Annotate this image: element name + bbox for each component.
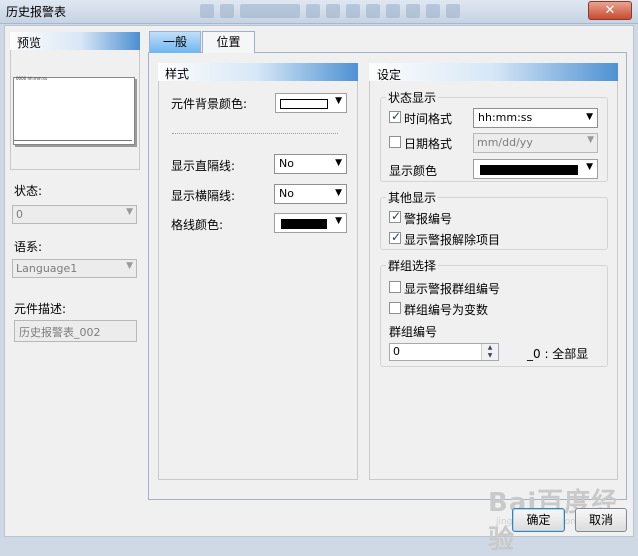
chevron-down-icon: ▼: [586, 162, 593, 172]
chevron-down-icon: ▼: [335, 158, 342, 168]
chevron-down-icon[interactable]: ▼: [482, 352, 498, 360]
background-toolbar: [200, 3, 580, 21]
toolbar-icon: [386, 3, 400, 18]
chevron-down-icon: ▼: [126, 207, 133, 217]
description-label: 元件描述:: [14, 302, 67, 316]
alarm-number-checkbox[interactable]: ✓: [389, 209, 402, 223]
check-icon: ✓: [391, 109, 402, 123]
display-color-swatch: [480, 165, 578, 175]
bg-color-swatch: [280, 99, 328, 109]
toolbar-icon: [200, 3, 214, 18]
toolbar-icon: [446, 3, 460, 18]
chevron-down-icon: ▼: [587, 135, 594, 145]
alarm-clear-checkbox[interactable]: ✓: [389, 230, 402, 244]
other-group-title: 其他显示: [386, 189, 439, 206]
toolbar-icon: [240, 3, 300, 18]
chevron-down-icon: ▼: [126, 261, 133, 271]
date-format-value: mm/dd/yy: [477, 136, 533, 149]
chevron-down-icon: ▼: [335, 96, 342, 106]
time-format-value: hh:mm:ss: [478, 111, 533, 124]
time-format-select[interactable]: hh:mm:ss ▼: [473, 108, 598, 128]
toolbar-icon: [346, 3, 360, 18]
tab-general[interactable]: 一般: [149, 31, 201, 53]
cancel-button[interactable]: 取消: [575, 508, 627, 532]
alarm-number-label: 警报编号: [404, 212, 453, 226]
chevron-down-icon: ▼: [586, 112, 593, 122]
time-format-label: 时间格式: [404, 112, 453, 126]
toolbar-icon: [426, 3, 440, 18]
preview-divider: [14, 140, 132, 141]
group-hint: _0 : 全部显: [527, 347, 589, 361]
bg-color-label: 元件背景颜色:: [171, 97, 248, 111]
group-select-title: 群组选择: [386, 257, 439, 274]
alarm-clear-label: 显示警报解除项目: [404, 233, 501, 247]
date-format-select[interactable]: mm/dd/yy ▼: [473, 133, 598, 153]
close-icon: ✕: [604, 3, 616, 18]
bg-color-picker[interactable]: ▼: [275, 93, 347, 113]
hgrid-value: No: [279, 187, 294, 200]
separator: [172, 133, 338, 134]
stepper-buttons[interactable]: ▲ ▼: [481, 344, 498, 360]
chevron-up-icon[interactable]: ▲: [482, 344, 498, 352]
display-color-label: 显示颜色: [389, 164, 438, 178]
grid-color-picker[interactable]: ▼: [274, 213, 347, 233]
vgrid-value: No: [279, 157, 294, 170]
settings-pane-title: 设定: [377, 68, 402, 82]
state-label: 状态:: [14, 184, 43, 198]
display-color-picker[interactable]: ▼: [473, 159, 598, 179]
settings-pane-header: [369, 63, 618, 81]
time-format-checkbox[interactable]: ✓: [389, 109, 402, 123]
hgrid-label: 显示横隔线:: [171, 189, 236, 203]
show-group-checkbox[interactable]: [389, 281, 401, 293]
toolbar-icon: [220, 3, 234, 18]
date-format-checkbox[interactable]: [389, 136, 401, 148]
status-group-title: 状态显示: [386, 89, 439, 106]
group-number-label: 群组编号: [389, 325, 438, 339]
vgrid-label: 显示直隔线:: [171, 159, 236, 173]
group-number-stepper[interactable]: 0 ▲ ▼: [389, 343, 499, 361]
hgrid-select[interactable]: No ▼: [274, 184, 347, 204]
chevron-down-icon: ▼: [335, 216, 342, 226]
check-icon: ✓: [391, 230, 402, 244]
description-value: 历史报警表_002: [19, 326, 101, 339]
grid-color-swatch: [281, 219, 327, 229]
toolbar-icon: [326, 3, 340, 18]
style-pane: [158, 63, 358, 480]
show-group-label: 显示警报群组编号: [404, 282, 501, 296]
ok-button[interactable]: 确定: [512, 508, 565, 532]
date-format-label: 日期格式: [404, 137, 453, 151]
window-title: 历史报警表: [6, 5, 67, 19]
tab-position[interactable]: 位置: [202, 31, 255, 53]
state-value: 0: [16, 208, 23, 221]
toolbar-icon: [406, 3, 420, 18]
style-pane-title: 样式: [165, 67, 190, 81]
toolbar-icon: [366, 3, 380, 18]
preview-sample-text: 0000 hh:mm:ss: [16, 76, 48, 81]
check-icon: ✓: [391, 209, 402, 223]
preview-thumbnail: [13, 77, 135, 145]
group-var-checkbox[interactable]: [389, 302, 401, 314]
language-label: 语系:: [14, 240, 43, 254]
preview-label: 预览: [17, 36, 42, 50]
vgrid-select[interactable]: No ▼: [274, 154, 347, 174]
group-number-value: 0: [393, 345, 400, 358]
toolbar-icon: [306, 3, 320, 18]
language-value: Language1: [16, 262, 78, 275]
description-field[interactable]: 历史报警表_002: [14, 320, 137, 342]
chevron-down-icon: ▼: [335, 188, 342, 198]
grid-color-label: 格线颜色:: [171, 218, 224, 232]
group-var-label: 群组编号为变数: [404, 303, 489, 317]
state-select[interactable]: 0 ▼: [12, 205, 137, 224]
close-button[interactable]: ✕: [588, 1, 632, 20]
language-select[interactable]: Language1 ▼: [12, 259, 137, 278]
